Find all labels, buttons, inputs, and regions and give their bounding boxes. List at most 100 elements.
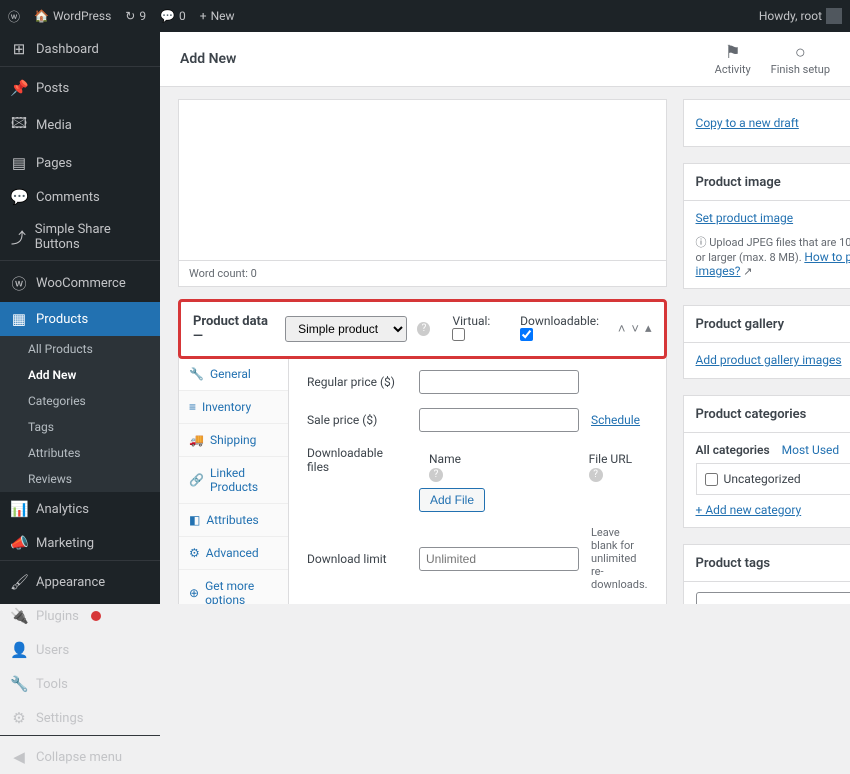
woocommerce-icon: ⓦ	[10, 273, 28, 294]
help-icon[interactable]: ?	[429, 468, 443, 482]
product-data-header: Product data — Simple product ? Virtual:…	[178, 299, 667, 359]
help-icon[interactable]: ?	[589, 468, 603, 482]
submenu-tags[interactable]: Tags	[0, 414, 160, 440]
menu-dashboard[interactable]: ⊞Dashboard	[0, 32, 160, 66]
caret-up-icon[interactable]: ▴	[645, 321, 652, 337]
avatar	[826, 8, 842, 24]
menu-media[interactable]: 🖾Media	[0, 105, 160, 146]
menu-collapse[interactable]: ◀Collapse menu	[0, 740, 160, 774]
menu-products[interactable]: ▦Products	[0, 302, 160, 336]
flag-icon: ⚑	[715, 42, 751, 63]
virtual-checkbox-label[interactable]: Virtual:	[452, 314, 502, 344]
copy-to-draft-link[interactable]: Copy to a new draft	[696, 116, 799, 130]
download-limit-help: Leave blank for unlimited re-downloads.	[591, 526, 648, 591]
site-name[interactable]: 🏠 WordPress	[34, 9, 111, 23]
menu-analytics[interactable]: 📊Analytics	[0, 492, 160, 526]
chevron-down-icon[interactable]: ˅	[631, 321, 639, 337]
menu-posts[interactable]: 📌Posts	[0, 71, 160, 105]
tab-all-categories[interactable]: All categories	[696, 443, 770, 457]
content-area: Add New ⚑Activity ○Finish setup Word cou…	[160, 32, 850, 604]
page-icon: ▤	[10, 154, 28, 172]
menu-simple-share[interactable]: ⤴Simple Share Buttons	[0, 214, 160, 260]
regular-price-label: Regular price ($)	[307, 375, 407, 389]
product-gallery-box: Product gallery ˄˅▴ Add product gallery …	[683, 305, 850, 379]
download-limit-input[interactable]	[419, 547, 579, 571]
tags-input[interactable]	[696, 592, 850, 604]
tab-most-used[interactable]: Most Used	[782, 443, 840, 457]
product-image-box: Product image ˄˅▴ Set product image ⓘ Up…	[683, 163, 850, 289]
submenu-add-new[interactable]: Add New	[0, 362, 160, 388]
help-icon[interactable]: ?	[417, 322, 430, 336]
tab-shipping[interactable]: 🚚 Shipping	[179, 424, 288, 457]
comments-count[interactable]: 💬 0	[160, 9, 186, 23]
regular-price-input[interactable]	[419, 370, 579, 394]
menu-settings[interactable]: ⚙Settings	[0, 701, 160, 735]
product-image-title: Product image	[696, 175, 781, 190]
publish-box: Copy to a new draft Publish	[683, 99, 850, 147]
tab-linked[interactable]: 🔗 Linked Products	[179, 457, 288, 504]
dashboard-icon: ⊞	[10, 40, 28, 58]
downloadable-files-label: Downloadable files	[307, 446, 407, 474]
comment-icon: 💬	[10, 188, 28, 206]
finish-setup-button[interactable]: ○Finish setup	[771, 42, 830, 76]
marketing-icon: 📣	[10, 534, 28, 552]
menu-comments[interactable]: 💬Comments	[0, 180, 160, 214]
menu-plugins[interactable]: 🔌Plugins	[0, 599, 160, 633]
product-tags-box: Product tags ˄˅▴ Add Separate tags with …	[683, 544, 850, 604]
menu-tools[interactable]: 🔧Tools	[0, 667, 160, 701]
menu-users[interactable]: 👤Users	[0, 633, 160, 667]
wp-logo-icon[interactable]: ⓦ	[8, 8, 20, 25]
tab-general[interactable]: 🔧 General	[179, 358, 288, 391]
brush-icon: 🖌	[10, 573, 28, 591]
tab-get-more[interactable]: ⊕ Get more options	[179, 570, 288, 604]
uncategorized-checkbox[interactable]	[705, 473, 718, 486]
share-icon: ⤴	[10, 227, 27, 248]
tab-attributes[interactable]: ◧ Attributes	[179, 504, 288, 537]
add-new-category-link[interactable]: + Add new category	[696, 503, 850, 517]
admin-sidebar: ⊞Dashboard 📌Posts 🖾Media ▤Pages 💬Comment…	[0, 32, 160, 604]
schedule-link[interactable]: Schedule	[591, 413, 640, 427]
menu-pages[interactable]: ▤Pages	[0, 146, 160, 180]
chevron-up-icon[interactable]: ˄	[618, 321, 626, 337]
submenu-categories[interactable]: Categories	[0, 388, 160, 414]
submenu-all-products[interactable]: All Products	[0, 336, 160, 362]
add-file-button[interactable]: Add File	[419, 488, 485, 512]
word-count: Word count: 0	[179, 260, 666, 286]
tab-inventory[interactable]: ≡ Inventory	[179, 391, 288, 424]
product-type-select[interactable]: Simple product	[285, 316, 407, 342]
pin-icon: 📌	[10, 79, 28, 97]
add-gallery-images-link[interactable]: Add product gallery images	[696, 353, 842, 367]
settings-icon: ⚙	[10, 709, 28, 727]
product-gallery-title: Product gallery	[696, 317, 785, 332]
product-tags-title: Product tags	[696, 556, 771, 571]
file-url-header: File URL ?	[589, 452, 638, 482]
tools-icon: 🔧	[10, 675, 28, 693]
activity-button[interactable]: ⚑Activity	[715, 42, 751, 76]
downloadable-checkbox-label[interactable]: Downloadable:	[520, 314, 608, 344]
submenu-reviews[interactable]: Reviews	[0, 466, 160, 492]
editor-textarea[interactable]	[179, 100, 666, 260]
updates-count[interactable]: ↻ 9	[125, 9, 146, 23]
downloadable-checkbox[interactable]	[520, 328, 533, 341]
menu-marketing[interactable]: 📣Marketing	[0, 526, 160, 560]
products-submenu: All Products Add New Categories Tags Att…	[0, 336, 160, 492]
sale-price-input[interactable]	[419, 408, 579, 432]
circle-icon: ○	[771, 42, 830, 63]
submenu-attributes[interactable]: Attributes	[0, 440, 160, 466]
set-product-image-link[interactable]: Set product image	[696, 211, 794, 225]
uncategorized-label: Uncategorized	[724, 472, 801, 486]
menu-appearance[interactable]: 🖌Appearance	[0, 565, 160, 599]
plugin-update-dot	[91, 611, 101, 621]
menu-woocommerce[interactable]: ⓦWooCommerce	[0, 265, 160, 302]
admin-bar: ⓦ 🏠 WordPress ↻ 9 💬 0 + New Howdy, root	[0, 0, 850, 32]
virtual-checkbox[interactable]	[452, 328, 465, 341]
media-icon: 🖾	[10, 113, 28, 138]
download-limit-label: Download limit	[307, 552, 407, 566]
product-categories-box: Product categories ˄˅▴ All categories Mo…	[683, 395, 850, 528]
howdy-user[interactable]: Howdy, root	[759, 8, 842, 24]
sale-price-label: Sale price ($)	[307, 413, 407, 427]
tab-advanced[interactable]: ⚙ Advanced	[179, 537, 288, 570]
new-content[interactable]: + New	[200, 9, 235, 23]
product-data-title: Product data —	[193, 314, 275, 344]
collapse-icon: ◀	[10, 748, 28, 766]
